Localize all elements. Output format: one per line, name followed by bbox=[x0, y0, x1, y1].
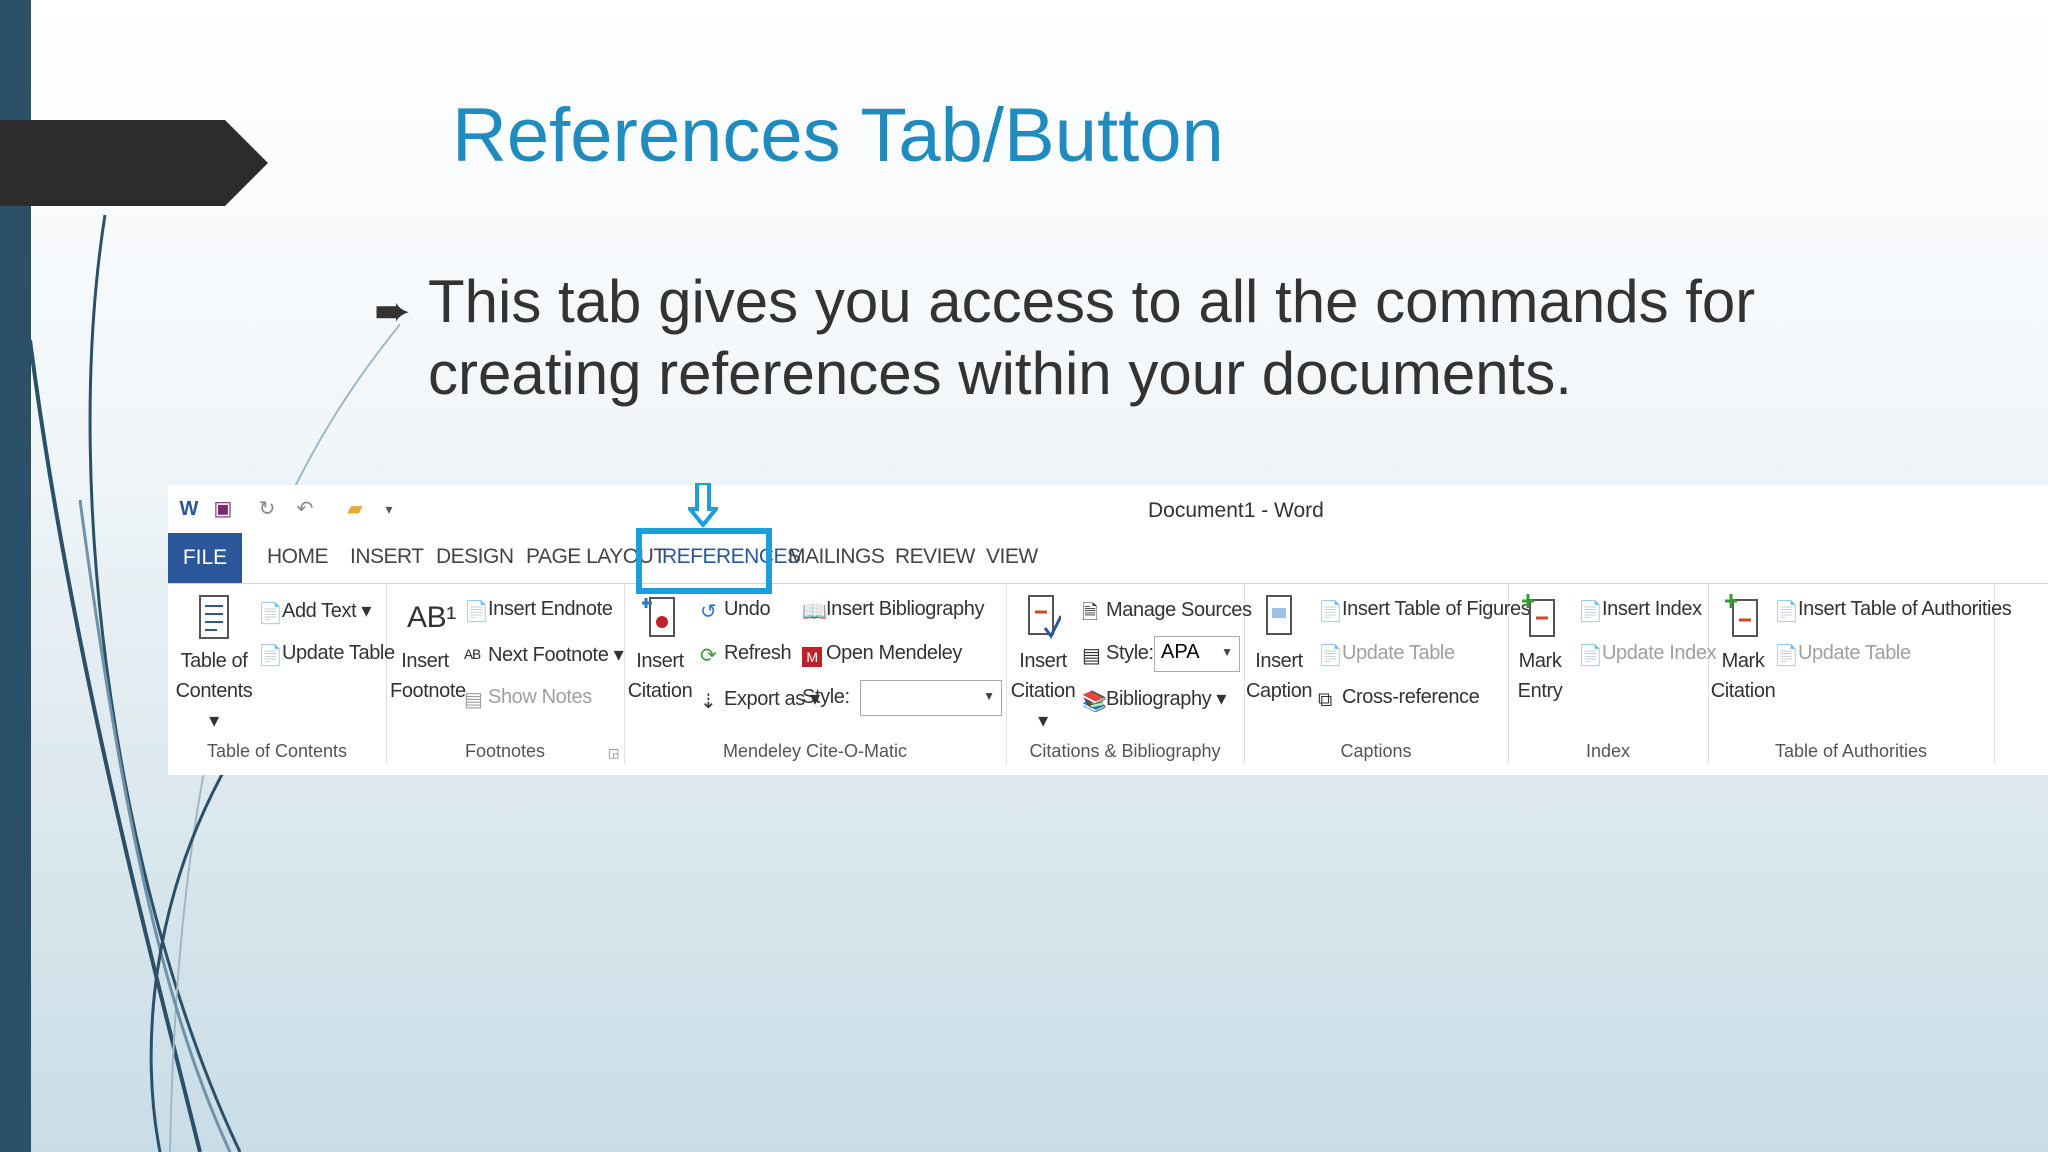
tab-design[interactable]: DESIGN bbox=[436, 545, 514, 569]
bibliography-button[interactable]: 📚Bibliography ▾ bbox=[1082, 686, 1226, 713]
mark-entry-icon bbox=[1522, 594, 1555, 637]
tab-home[interactable]: HOME bbox=[267, 545, 329, 569]
mendeley-refresh-button[interactable]: ⟳ Refresh bbox=[700, 642, 792, 667]
slide-body-text: This tab gives you access to all the com… bbox=[428, 268, 1756, 407]
ribbon-tabs: FILE HOME INSERT DESIGN PAGE LAYOUT REFE… bbox=[168, 533, 2048, 584]
update-table-button[interactable]: 📄Update Table bbox=[258, 642, 395, 667]
tab-view[interactable]: VIEW bbox=[986, 545, 1038, 569]
mendeley-style-select[interactable]: ▼ bbox=[860, 680, 1002, 716]
update-figures-table-button[interactable]: 📄Update Table bbox=[1318, 642, 1455, 667]
slide-title: References Tab/Button bbox=[452, 93, 1224, 178]
style-icon: ▤ bbox=[1082, 645, 1101, 667]
citation-style-label: ▤ Style: bbox=[1082, 642, 1154, 667]
cross-reference-icon: ⧉ bbox=[1318, 689, 1332, 711]
refresh-icon: ⟳ bbox=[700, 645, 717, 667]
group-label: Table of Contents bbox=[206, 741, 348, 761]
mark-citation-icon bbox=[1725, 594, 1758, 637]
word-ribbon-screenshot: W ▣ ↻ ↶ ▰ ▾ Document1 - Word FILE HOME I… bbox=[168, 483, 2048, 775]
table-of-authorities-icon: 📄 bbox=[1774, 601, 1799, 623]
mark-citation-button[interactable]: Mark Citation bbox=[1710, 594, 1776, 706]
insert-citation-button[interactable]: Insert Citation ▾ bbox=[1010, 594, 1076, 736]
insert-bibliography-button[interactable]: 📖Insert Bibliography bbox=[802, 598, 984, 623]
group-label: Index bbox=[1585, 741, 1631, 761]
add-text-button[interactable]: 📄Add Text ▾ bbox=[258, 598, 371, 625]
insert-endnote-button[interactable]: 📄Insert Endnote bbox=[464, 598, 613, 623]
undo-icon[interactable]: ↶ bbox=[294, 497, 316, 521]
mendeley-undo-button[interactable]: ↺ Undo bbox=[700, 598, 771, 623]
customize-qat-icon[interactable]: ▾ bbox=[378, 497, 400, 521]
group-label: Citations & Bibliography bbox=[1029, 741, 1221, 761]
show-notes-icon: ▤ bbox=[464, 689, 483, 711]
next-footnote-icon: ᴬᴮ bbox=[464, 647, 481, 669]
tab-review[interactable]: REVIEW bbox=[895, 545, 975, 569]
show-notes-button[interactable]: ▤ Show Notes bbox=[464, 686, 592, 711]
table-of-figures-icon: 📄 bbox=[1318, 601, 1343, 623]
quick-access-toolbar: W ▣ ↻ ↶ ▰ ▾ Document1 - Word bbox=[168, 485, 2048, 533]
insert-citation-icon bbox=[1028, 595, 1061, 639]
down-arrow-icon bbox=[688, 483, 718, 527]
next-footnote-button[interactable]: ᴬᴮ Next Footnote ▾ bbox=[464, 642, 624, 669]
group-table-of-authorities: Mark Citation 📄Insert Table of Authoritie… bbox=[1708, 584, 2012, 764]
insert-index-button[interactable]: 📄Insert Index bbox=[1578, 598, 1702, 623]
mark-entry-button[interactable]: Mark Entry bbox=[1510, 594, 1570, 706]
group-label: Footnotes bbox=[464, 741, 546, 761]
table-of-contents-icon bbox=[199, 595, 229, 639]
insert-index-icon: 📄 bbox=[1578, 601, 1603, 623]
manage-sources-icon: 🗎 bbox=[1082, 602, 1098, 624]
insert-caption-icon bbox=[1266, 595, 1292, 635]
add-text-icon: 📄 bbox=[258, 603, 283, 625]
word-app-icon: W bbox=[179, 498, 199, 520]
update-index-button[interactable]: 📄Update Index bbox=[1578, 642, 1717, 667]
update-table-icon: 📄 bbox=[1774, 645, 1799, 667]
bibliography-books-icon: 📚 bbox=[1082, 691, 1107, 713]
update-index-icon: 📄 bbox=[1578, 645, 1603, 667]
bibliography-icon: 📖 bbox=[802, 601, 827, 623]
insert-footnote-button[interactable]: AB¹ Insert Footnote bbox=[390, 594, 466, 706]
undo-arrow-icon: ↺ bbox=[700, 601, 717, 623]
group-index: Mark Entry 📄Insert Index 📄Update Index In… bbox=[1508, 584, 1717, 764]
group-footnotes: AB¹ Insert Footnote 📄Insert Endnote ᴬᴮ Nex… bbox=[386, 584, 625, 764]
bullet-arrow-icon: ➨ bbox=[374, 287, 411, 336]
mendeley-logo-icon: M bbox=[802, 647, 822, 667]
dropdown-caret-icon: ▼ bbox=[1221, 645, 1233, 659]
group-label: Mendeley Cite-O-Matic bbox=[722, 741, 908, 761]
tab-file[interactable]: FILE bbox=[168, 533, 242, 583]
open-folder-icon[interactable]: ▰ bbox=[344, 497, 366, 521]
cross-reference-button[interactable]: ⧉ Cross-reference bbox=[1318, 686, 1480, 711]
update-authorities-table-button[interactable]: 📄Update Table bbox=[1774, 642, 1911, 667]
title-arrow-shape bbox=[0, 120, 268, 206]
group-citations-bibliography: Insert Citation ▾ 🗎 Manage Sources ▤ Style:… bbox=[1006, 584, 1252, 764]
group-captions: Insert Caption 📄Insert Table of Figures 📄… bbox=[1244, 584, 1531, 764]
tab-mailings[interactable]: MAILINGS bbox=[788, 545, 885, 569]
footnote-ab-icon: AB¹ bbox=[407, 601, 456, 634]
manage-sources-button[interactable]: 🗎 Manage Sources bbox=[1082, 598, 1252, 624]
dropdown-caret-icon: ▼ bbox=[983, 689, 995, 703]
mendeley-insert-citation-button[interactable]: Insert Citation bbox=[626, 594, 694, 706]
endnote-icon: 📄 bbox=[464, 601, 489, 623]
update-table-icon: 📄 bbox=[1318, 645, 1343, 667]
group-table-of-contents: Table of Contents ▾ 📄Add Text ▾ 📄Update T… bbox=[168, 584, 395, 764]
open-mendeley-button[interactable]: M Open Mendeley bbox=[802, 642, 962, 667]
export-icon: ⇣ bbox=[700, 691, 717, 713]
save-icon[interactable]: ▣ bbox=[212, 497, 234, 521]
insert-table-of-authorities-button[interactable]: 📄Insert Table of Authorities bbox=[1774, 598, 2012, 623]
tab-insert[interactable]: INSERT bbox=[350, 545, 424, 569]
ribbon-groups: Table of Contents ▾ 📄Add Text ▾ 📄Update T… bbox=[168, 584, 2048, 774]
insert-caption-button[interactable]: Insert Caption bbox=[1246, 594, 1313, 706]
redo-icon[interactable]: ↻ bbox=[256, 497, 278, 521]
mendeley-citation-icon bbox=[642, 597, 675, 637]
update-table-icon: 📄 bbox=[258, 645, 283, 667]
group-mendeley: Insert Citation ↺ Undo ⟳ Refresh ⇣ Export as… bbox=[624, 584, 1007, 764]
table-of-contents-button[interactable]: Table of Contents ▾ bbox=[174, 594, 254, 736]
group-label: Captions bbox=[1340, 741, 1412, 761]
window-title: Document1 - Word bbox=[1148, 499, 1324, 522]
insert-table-of-figures-button[interactable]: 📄Insert Table of Figures bbox=[1318, 598, 1531, 623]
group-label: Table of Authorities bbox=[1774, 741, 1928, 761]
citation-style-select[interactable]: APA ▼ bbox=[1154, 636, 1240, 672]
mendeley-style-label: Style: bbox=[802, 686, 850, 708]
